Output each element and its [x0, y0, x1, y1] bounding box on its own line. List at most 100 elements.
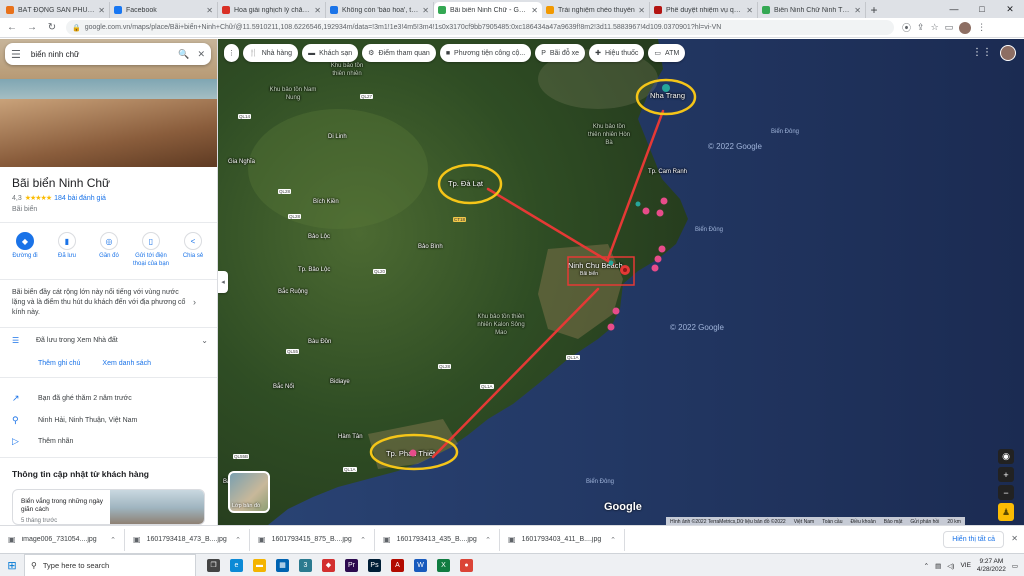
maps-search-box[interactable]: ☰ biển ninh chữ 🔍 ✕ — [5, 43, 211, 65]
chrome-icon[interactable]: ● — [455, 554, 478, 576]
attribution-item[interactable]: Việt Nam — [794, 519, 814, 525]
nearby-button[interactable]: ◎ Gần đó — [90, 232, 128, 268]
download-item[interactable]: ▣ 1601793403_411_B....jpg ⌃ — [500, 528, 625, 551]
back-icon[interactable]: ← — [4, 20, 20, 36]
google-apps-icon[interactable]: ⋮⋮ — [972, 47, 992, 58]
chevron-down-icon[interactable]: ⌄ — [201, 336, 208, 345]
network-icon[interactable]: ▤ — [935, 562, 941, 570]
browser-tab[interactable]: Biển Ninh Chữ Ninh Thuậ ✕ — [758, 2, 866, 18]
add-label-row[interactable]: ▷ Thêm nhãn — [12, 436, 208, 447]
address-row[interactable]: ⚲ Ninh Hải, Ninh Thuận, Việt Nam — [12, 415, 208, 426]
show-all-downloads-button[interactable]: Hiển thị tất cả — [943, 531, 1004, 548]
satellite-map[interactable]: Nha Trang Tp. Đà Lạt Ninh Chu Beach Bãi … — [218, 39, 1024, 525]
tab-close-icon[interactable]: ✕ — [314, 6, 321, 15]
category-chip[interactable]: ⚙ Điểm tham quan — [362, 44, 436, 62]
directions-button[interactable]: ◆ Đường đi — [6, 232, 44, 268]
category-chip[interactable]: 🍴 Nhà hàng — [243, 44, 299, 62]
tab-close-icon[interactable]: ✕ — [206, 6, 213, 15]
layers-toggle[interactable]: Lớp bản đồ — [228, 471, 270, 513]
category-chip[interactable]: ▭ ATM — [648, 44, 686, 62]
chevron-up-icon[interactable]: ⌃ — [485, 536, 491, 544]
location-icon[interactable]: ⦿ — [902, 21, 911, 34]
browser-tab[interactable]: Trải nghiệm chèo thuyền ✕ — [542, 2, 650, 18]
address-bar[interactable]: 🔒 google.com.vn/maps/place/Bãi+biển+Ninh… — [66, 20, 894, 35]
profile-avatar[interactable] — [959, 21, 972, 34]
tab-close-icon[interactable]: ✕ — [638, 6, 645, 15]
notifications-icon[interactable]: ▭ — [1012, 562, 1018, 570]
browser-tab[interactable]: Bãi biển Ninh Chữ - Goog ✕ — [434, 2, 542, 18]
download-item[interactable]: ▣ 1601793415_875_B....jpg ⌃ — [250, 528, 375, 551]
add-note-link[interactable]: Thêm ghi chú — [38, 360, 80, 367]
place-category[interactable]: Bãi biển — [12, 206, 37, 213]
word-icon[interactable]: W — [409, 554, 432, 576]
browser-tab[interactable]: Phê duyệt nhiệm vụ quy h ✕ — [650, 2, 758, 18]
language-indicator[interactable]: VIE — [960, 562, 970, 569]
collapse-panel-button[interactable]: ◂ — [218, 271, 228, 293]
close-window-button[interactable]: ✕ — [996, 0, 1024, 18]
windows-start-icon[interactable]: ⊞ — [0, 554, 24, 576]
attribution-item[interactable]: Điều khoản — [850, 519, 875, 525]
hamburger-menu-icon[interactable]: ☰ — [11, 48, 21, 61]
category-chip[interactable]: ▬ Khách sạn — [302, 44, 359, 62]
attribution-item[interactable]: Gửi phản hồi — [910, 519, 939, 525]
search-input[interactable]: biển ninh chữ — [31, 50, 170, 59]
minimize-button[interactable]: — — [940, 0, 968, 18]
pegman-icon[interactable]: ♟ — [998, 503, 1014, 521]
excel-icon[interactable]: X — [432, 554, 455, 576]
tab-close-icon[interactable]: ✕ — [746, 6, 753, 15]
bookmark-star-icon[interactable]: ☆ — [931, 22, 939, 33]
saved-list-row[interactable]: ☰ Đã lưu trong Xem Nhà đất ⌄ — [12, 336, 208, 345]
file-explorer-icon[interactable]: ▬ — [248, 554, 271, 576]
download-item[interactable]: ▣ 1601793418_473_B....jpg ⌃ — [125, 528, 250, 551]
share-button[interactable]: < Chia sẻ — [174, 232, 212, 268]
chevron-up-icon[interactable]: ⌃ — [110, 536, 116, 544]
browser-tab[interactable]: Hoa giải nghịch lý chăm g ✕ — [218, 2, 326, 18]
tab-close-icon[interactable]: ✕ — [854, 6, 861, 15]
reading-list-icon[interactable]: ▭ — [945, 22, 954, 33]
send-to-phone-button[interactable]: ▯ Gửi tới điện thoại của bạn — [132, 232, 170, 268]
chip-overflow-button[interactable]: ⋮ — [224, 44, 239, 62]
tray-chevron-icon[interactable]: ⌃ — [924, 562, 929, 570]
category-chip[interactable]: ✚ Hiệu thuốc — [589, 44, 645, 62]
place-description[interactable]: Bãi biển đầy cát rộng lớn này nổi tiếng … — [12, 288, 190, 318]
zoom-out-button[interactable]: − — [998, 485, 1014, 500]
close-downloads-icon[interactable]: ✕ — [1011, 534, 1018, 543]
download-item[interactable]: ▣ image006_731054....jpg ⌃ — [0, 528, 125, 551]
browser-tab[interactable]: BẤT ĐỘNG SẢN PHÚC TH ✕ — [2, 2, 110, 18]
new-tab-button[interactable]: + — [866, 2, 882, 18]
update-card[interactable]: Biển vắng trong những ngày giãn cách 5 t… — [12, 489, 205, 525]
volume-icon[interactable]: ◁) — [947, 562, 954, 570]
app-red-icon[interactable]: ◆ — [317, 554, 340, 576]
edge-icon[interactable]: e — [225, 554, 248, 576]
visited-row[interactable]: ↗ Bạn đã ghé thăm 2 năm trước — [12, 393, 208, 404]
account-avatar[interactable] — [1000, 45, 1016, 61]
reload-icon[interactable]: ↻ — [44, 20, 60, 36]
forward-icon[interactable]: → — [24, 20, 40, 36]
task-view-icon[interactable]: ❐ — [202, 554, 225, 576]
browser-tab[interactable]: Không còn 'bảo hoa', thị tr ✕ — [326, 2, 434, 18]
attribution-item[interactable]: Bảo mật — [884, 519, 903, 525]
chevron-up-icon[interactable]: ⌃ — [360, 536, 366, 544]
view-list-link[interactable]: Xem danh sách — [102, 360, 151, 367]
app-3-icon[interactable]: 3 — [294, 554, 317, 576]
photoshop-icon[interactable]: Ps — [363, 554, 386, 576]
clock[interactable]: 9:27 AM 4/28/2022 — [977, 558, 1006, 574]
category-chip[interactable]: ■ Phương tiện công cộ... — [439, 44, 532, 62]
zoom-in-button[interactable]: + — [998, 467, 1014, 482]
save-button[interactable]: ▮ Đã lưu — [48, 232, 86, 268]
acrobat-icon[interactable]: A — [386, 554, 409, 576]
premiere-icon[interactable]: Pr — [340, 554, 363, 576]
chevron-up-icon[interactable]: ⌃ — [235, 536, 241, 544]
attribution-item[interactable]: 20 km — [947, 519, 961, 525]
store-icon[interactable]: ▦ — [271, 554, 294, 576]
reviews-link[interactable]: 184 bài đánh giá — [54, 195, 106, 202]
maximize-button[interactable]: □ — [968, 0, 996, 18]
browser-tab[interactable]: Facebook ✕ — [110, 2, 218, 18]
share-icon[interactable]: ⇪ — [917, 22, 925, 33]
category-chip[interactable]: P Bãi đỗ xe — [535, 44, 586, 62]
my-location-icon[interactable]: ◉ — [998, 449, 1014, 464]
download-item[interactable]: ▣ 1601793413_435_B....jpg ⌃ — [375, 528, 500, 551]
tab-close-icon[interactable]: ✕ — [422, 6, 429, 15]
tab-close-icon[interactable]: ✕ — [98, 6, 105, 15]
browser-menu-icon[interactable]: ⋮ — [977, 22, 986, 33]
